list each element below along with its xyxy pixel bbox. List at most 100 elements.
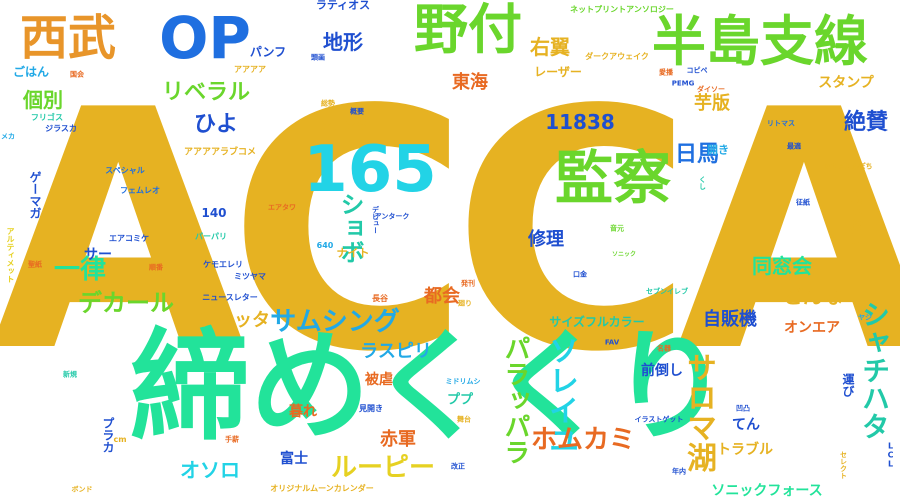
cloud-word: OP xyxy=(159,4,251,72)
cloud-word: 舞台 xyxy=(457,415,471,424)
cloud-word: 音元 xyxy=(610,224,624,233)
cloud-word: ジラスカ xyxy=(45,124,77,133)
cloud-word: ミドリムシ xyxy=(445,377,481,386)
cloud-word: ナイト xyxy=(336,246,370,260)
cloud-word: パンフ xyxy=(249,45,287,59)
cloud-word: 征紙 xyxy=(796,198,810,207)
cloud-word: 名器 xyxy=(657,344,671,353)
cloud-word: 地形 xyxy=(323,30,363,54)
cloud-word: 概要 xyxy=(350,107,364,116)
cloud-word: ゲーマガ xyxy=(28,171,42,219)
cloud-word: ごはん xyxy=(12,65,50,79)
cloud-word: リベラル xyxy=(161,80,251,105)
cloud-word: フェムレオ xyxy=(120,186,160,195)
word-cloud: ACCA 締めくくり 165 監察 半島支線 野付 西武 OP サロマ湖 ソレイ… xyxy=(0,0,900,500)
cloud-word: プラカ xyxy=(101,417,115,453)
cloud-word: パラッパラ xyxy=(500,335,530,465)
cloud-word: 赤軍 xyxy=(380,429,416,450)
cloud-word: オンエア xyxy=(784,320,840,336)
cloud-word: PEMG xyxy=(671,79,695,88)
cloud-word: ダイソー xyxy=(697,85,725,94)
cloud-word: 個別 xyxy=(23,88,63,112)
cloud-word: スタンプ xyxy=(818,75,874,91)
cloud-word: リトマス xyxy=(767,119,795,128)
cloud-word: オソロ xyxy=(180,458,240,482)
cloud-word: 長谷 xyxy=(372,294,388,303)
cloud-word: トラブル xyxy=(717,442,773,458)
cloud-word: ミツヤマ xyxy=(234,272,266,281)
cloud-word: 凹凸 xyxy=(736,404,750,413)
cloud-word: セブンイレブ xyxy=(646,287,688,296)
cloud-word: 芋版 xyxy=(694,93,730,114)
cloud-word: レーザー xyxy=(534,65,582,79)
cloud-word: 半島支線 xyxy=(652,10,868,73)
cloud-word: 右翼 xyxy=(530,35,570,59)
cloud-word: パーパリ xyxy=(195,232,227,241)
cloud-word: アアアア xyxy=(234,65,266,74)
cloud-word: LCL xyxy=(886,441,895,469)
cloud-word: ルーピー xyxy=(330,453,436,483)
cloud-word: 640 xyxy=(316,241,334,250)
cloud-word: スペシャル xyxy=(105,166,145,175)
cloud-word: メカ xyxy=(1,132,15,141)
cloud-word: サロマ湖 xyxy=(681,352,716,472)
cloud-word: 見開き xyxy=(359,404,383,413)
cloud-word: エアコミケ xyxy=(109,234,149,243)
cloud-word: 総勢 xyxy=(321,99,335,108)
cloud-word: サムシング xyxy=(270,307,400,337)
cloud-word: 廻り xyxy=(458,299,472,308)
cloud-word: アアアアラブコメ xyxy=(183,147,257,158)
cloud-word: 最適 xyxy=(787,142,801,151)
cloud-word: 口金 xyxy=(573,270,587,279)
cloud-word: サー xyxy=(84,247,112,263)
cloud-word: 手薪 xyxy=(225,435,239,444)
cloud-word: ダークアウェイク xyxy=(585,52,649,61)
cloud-word: 165 xyxy=(303,133,437,207)
cloud-word: ソニック xyxy=(611,251,637,258)
cloud-word: デカール xyxy=(78,289,174,317)
cloud-word: ププ xyxy=(446,392,474,408)
cloud-word: どんな xyxy=(783,284,843,308)
cloud-word: 暮れ xyxy=(289,404,317,420)
cloud-word: 140 xyxy=(201,206,227,220)
cloud-word: ゆちゅたんぽち xyxy=(823,162,873,171)
cloud-word: 新規 xyxy=(63,370,77,379)
cloud-word: コピペ xyxy=(686,66,708,75)
cloud-word: 西武 xyxy=(19,10,117,66)
cloud-word: 開き xyxy=(707,143,729,157)
cloud-word: ケモエレリ xyxy=(203,260,243,269)
cloud-word: 暇っぷし xyxy=(847,190,863,246)
cloud-word: アンターク xyxy=(374,212,410,221)
cloud-word: 監察 xyxy=(554,144,672,212)
cloud-word: 都会 xyxy=(424,286,460,307)
cloud-word: 野付 xyxy=(414,0,522,61)
cloud-word: 被虐 xyxy=(365,372,393,388)
cloud-word: アルティメット xyxy=(6,227,15,283)
cloud-word: 11838 xyxy=(545,110,615,134)
cloud-word: 富士 xyxy=(280,451,308,467)
cloud-word: デビュー xyxy=(371,206,380,234)
cloud-word: 改正 xyxy=(451,462,465,471)
cloud-word: 前倒し xyxy=(641,363,683,379)
cloud-word: 発刊 xyxy=(461,279,475,288)
cloud-word: 聖紙 xyxy=(28,260,42,269)
cloud-word: てん xyxy=(732,417,760,433)
cloud-word: ヤジ xyxy=(858,313,872,322)
cloud-word: ホムカミ xyxy=(530,425,636,455)
cloud-word: オリジナルムーンカレンダー xyxy=(270,484,374,493)
cloud-word: イラストゲット xyxy=(634,415,684,424)
cloud-word: ラスピリ xyxy=(360,341,432,362)
cloud-word: 自販機 xyxy=(703,309,757,330)
cloud-word: ひよ xyxy=(193,112,239,137)
cloud-word: 頭画 xyxy=(311,53,325,62)
cloud-word: cm xyxy=(113,435,127,444)
cloud-word: 年内 xyxy=(672,467,686,476)
cloud-word: 運び xyxy=(841,373,855,397)
cloud-word: 絶賛 xyxy=(843,110,889,135)
cloud-word: フリゴス xyxy=(30,113,64,122)
cloud-word: ソニックフォース xyxy=(711,483,823,499)
cloud-word: ラティオス xyxy=(315,0,371,12)
cloud-word: 同窓会 xyxy=(752,254,812,278)
cloud-word: ネットプリントアンソロジー xyxy=(570,5,674,14)
cloud-word: ボンド xyxy=(71,485,93,494)
